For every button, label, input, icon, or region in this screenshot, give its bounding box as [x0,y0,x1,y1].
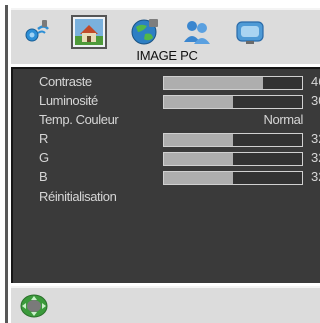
slider-fill [164,153,233,165]
navigation-dpad-icon [19,293,49,319]
setting-label: G [39,150,49,165]
menu-tab-bar: IMAGE PC [11,8,320,64]
setting-value: 32 [311,169,320,184]
red-slider[interactable] [163,133,303,147]
setting-value: 30 [311,93,320,108]
slider-fill [164,172,233,184]
settings-panel: Contraste 46 Luminosité 30 Temp. Couleur… [11,67,320,283]
setting-value: 32 [311,150,320,165]
setting-row-contrast[interactable]: Contraste 46 [13,74,320,91]
setting-label: Luminosité [39,93,98,108]
pc-picture-home-icon[interactable] [71,15,107,49]
color-temp-option[interactable]: Normal [264,112,304,127]
setting-row-green[interactable]: G 32 [13,150,320,167]
reset-button[interactable]: Réinitialisation [39,189,117,204]
feature-globe-icon[interactable] [127,15,163,49]
menu-title: IMAGE PC [136,48,198,63]
setting-row-color-temp[interactable]: Temp. Couleur Normal [13,112,320,129]
setting-label: B [39,169,48,184]
setting-label: Contraste [39,74,92,89]
blue-slider[interactable] [163,171,303,185]
contrast-slider[interactable] [163,76,303,90]
green-slider[interactable] [163,152,303,166]
slider-fill [164,134,233,146]
setting-row-brightness[interactable]: Luminosité 30 [13,93,320,110]
setting-value: 32 [311,131,320,146]
navigation-hint-bar [11,286,320,323]
setting-row-reset[interactable]: Réinitialisation [13,189,320,206]
slider-fill [164,96,233,108]
setting-label: Temp. Couleur [39,112,119,127]
setting-row-blue[interactable]: B 32 [13,169,320,186]
audio-settings-icon[interactable] [19,15,55,49]
source-tv-icon[interactable] [233,15,269,49]
setting-label: R [39,131,48,146]
brightness-slider[interactable] [163,95,303,109]
settings-people-icon[interactable] [179,15,215,49]
setting-value: 46 [311,74,320,89]
osd-menu: IMAGE PC Contraste 46 Luminosité 30 Temp… [5,5,320,323]
slider-fill [164,77,264,89]
setting-row-red[interactable]: R 32 [13,131,320,148]
